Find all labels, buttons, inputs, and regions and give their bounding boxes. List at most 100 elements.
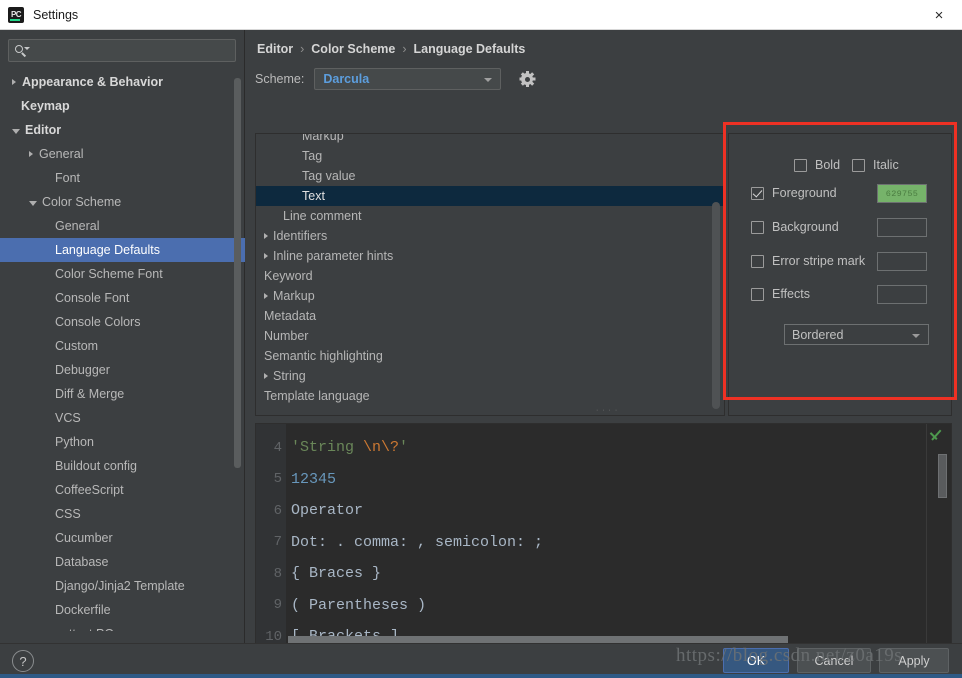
foreground-checkbox-row[interactable]: Foreground: [751, 186, 837, 200]
sidebar-scrollbar-thumb[interactable]: [234, 78, 241, 468]
option-item[interactable]: Number: [256, 326, 724, 346]
option-item[interactable]: Inline parameter hints: [256, 246, 724, 266]
option-item[interactable]: Text: [256, 186, 724, 206]
chevron-right-icon[interactable]: [264, 253, 268, 259]
green-check-icon[interactable]: [928, 428, 941, 441]
sidebar-item-keymap[interactable]: Keymap: [0, 94, 245, 118]
sidebar-item-css[interactable]: CSS: [0, 502, 245, 526]
error-stripe-mark-checkbox-row[interactable]: Error stripe mark: [751, 254, 865, 268]
sidebar-item-coffeescript[interactable]: CoffeeScript: [0, 478, 245, 502]
search-input[interactable]: [28, 43, 235, 58]
sidebar-item-language-defaults[interactable]: Language Defaults: [0, 238, 245, 262]
foreground-color-swatch[interactable]: 629755: [877, 184, 927, 203]
sidebar-item-custom[interactable]: Custom: [0, 334, 245, 358]
effects-type-select[interactable]: Bordered: [784, 324, 929, 345]
sidebar-item-debugger[interactable]: Debugger: [0, 358, 245, 382]
italic-checkbox[interactable]: [852, 158, 865, 172]
color-options-list: Markup Tag Tag value Text Line comment Identi…: [256, 134, 724, 406]
option-item-label: Markup: [273, 289, 315, 303]
option-item[interactable]: Tag value: [256, 166, 724, 186]
sidebar-item-vcs[interactable]: VCS: [0, 406, 245, 430]
sidebar-item-buildout-config[interactable]: Buildout config: [0, 454, 245, 478]
cancel-button[interactable]: Cancel: [797, 648, 871, 673]
sidebar-item-dockerfile[interactable]: Dockerfile: [0, 598, 245, 622]
code-text: Operator: [286, 502, 363, 519]
chevron-right-icon[interactable]: [264, 233, 268, 239]
sidebar-item-django-jinja2-template[interactable]: Django/Jinja2 Template: [0, 574, 245, 598]
background-color-swatch[interactable]: [877, 218, 927, 237]
breadcrumb-separator: ›: [300, 42, 305, 56]
options-scrollbar-thumb[interactable]: [712, 202, 720, 409]
background-checkbox[interactable]: [751, 220, 764, 234]
bold-checkbox-row[interactable]: Bold: [794, 158, 840, 172]
sidebar-item-diff-merge[interactable]: Diff & Merge: [0, 382, 245, 406]
error-stripe-mark-checkbox[interactable]: [751, 254, 764, 268]
sidebar-item-general[interactable]: General: [0, 142, 245, 166]
option-item[interactable]: Markup: [256, 286, 724, 306]
sidebar-item-label: Python: [55, 435, 94, 449]
sidebar-item-cucumber[interactable]: Cucumber: [0, 526, 245, 550]
apply-button[interactable]: Apply: [879, 648, 949, 673]
chevron-right-icon[interactable]: [264, 293, 268, 299]
background-checkbox-row[interactable]: Background: [751, 220, 839, 234]
sidebar-item-color-scheme[interactable]: Color Scheme: [0, 190, 245, 214]
error-stripe-mark-color-swatch[interactable]: [877, 252, 927, 271]
code-token: { Braces }: [291, 565, 382, 583]
code-preview[interactable]: 4 'String \n\?' 5 12345 6 Operator 7 Dot: . com…: [255, 423, 952, 649]
option-item[interactable]: Markup: [256, 134, 724, 146]
sidebar-item-editor[interactable]: Editor: [0, 118, 245, 142]
sidebar-item-font[interactable]: Font: [0, 166, 245, 190]
option-item[interactable]: Tag: [256, 146, 724, 166]
foreground-checkbox[interactable]: [751, 186, 764, 200]
bottom-accent-strip: [0, 674, 962, 678]
sidebar-item-appearance-behavior[interactable]: Appearance & Behavior: [0, 70, 245, 94]
option-item-label: Text: [302, 189, 325, 203]
sidebar-item-console-font[interactable]: Console Font: [0, 286, 245, 310]
error-stripe-mark-label: Error stripe mark: [772, 254, 866, 268]
line-number: 7: [273, 534, 282, 551]
close-icon[interactable]: ×: [916, 0, 962, 30]
sidebar-item-general[interactable]: General: [0, 214, 245, 238]
bold-checkbox[interactable]: [794, 158, 807, 172]
help-button[interactable]: ?: [12, 650, 34, 672]
search-box[interactable]: [8, 39, 236, 62]
effects-checkbox-row[interactable]: Effects: [751, 287, 810, 301]
sidebar-item-console-colors[interactable]: Console Colors: [0, 310, 245, 334]
code-text: ( Parentheses ): [286, 597, 426, 614]
sidebar-item-database[interactable]: Database: [0, 550, 245, 574]
chevron-down-icon[interactable]: [29, 200, 37, 206]
option-item-label: Template language: [264, 389, 370, 403]
scheme-label: Scheme:: [255, 72, 305, 86]
preview-vertical-scrollbar[interactable]: [938, 454, 947, 498]
scheme-select[interactable]: Darcula: [314, 68, 502, 90]
option-item-label: Inline parameter hints: [273, 249, 394, 263]
preview-code: 4 'String \n\?' 5 12345 6 Operator 7 Dot: . com…: [256, 432, 951, 648]
sidebar-item-label: Keymap: [21, 99, 70, 113]
breadcrumb-item[interactable]: Editor: [257, 42, 293, 56]
code-token: \?: [381, 439, 400, 457]
resize-grip[interactable]: · · · ·: [596, 407, 618, 414]
chevron-right-icon[interactable]: [29, 151, 33, 157]
italic-checkbox-row[interactable]: Italic: [852, 158, 899, 172]
sidebar-item-label: Custom: [55, 339, 99, 353]
ok-button[interactable]: OK: [723, 648, 789, 673]
option-item[interactable]: Identifiers: [256, 226, 724, 246]
foreground-label: Foreground: [772, 186, 837, 200]
option-item[interactable]: Line comment: [256, 206, 724, 226]
chevron-down-icon[interactable]: [12, 128, 20, 134]
option-item[interactable]: String: [256, 366, 724, 386]
breadcrumb-item[interactable]: Color Scheme: [311, 42, 395, 56]
effects-color-swatch[interactable]: [877, 285, 927, 304]
option-item[interactable]: Keyword: [256, 266, 724, 286]
chevron-right-icon[interactable]: [264, 373, 268, 379]
option-item[interactable]: Semantic highlighting: [256, 346, 724, 366]
sidebar-item-python[interactable]: Python: [0, 430, 245, 454]
chevron-right-icon[interactable]: [12, 79, 16, 85]
gear-icon[interactable]: [519, 71, 536, 87]
effects-checkbox[interactable]: [751, 287, 764, 301]
breadcrumb-item[interactable]: Language Defaults: [414, 42, 526, 56]
code-token: Dot: . comma: , semicolon: ;: [291, 533, 544, 551]
option-item[interactable]: Metadata: [256, 306, 724, 326]
sidebar-item-color-scheme-font[interactable]: Color Scheme Font: [0, 262, 245, 286]
option-item[interactable]: Template language: [256, 386, 724, 406]
